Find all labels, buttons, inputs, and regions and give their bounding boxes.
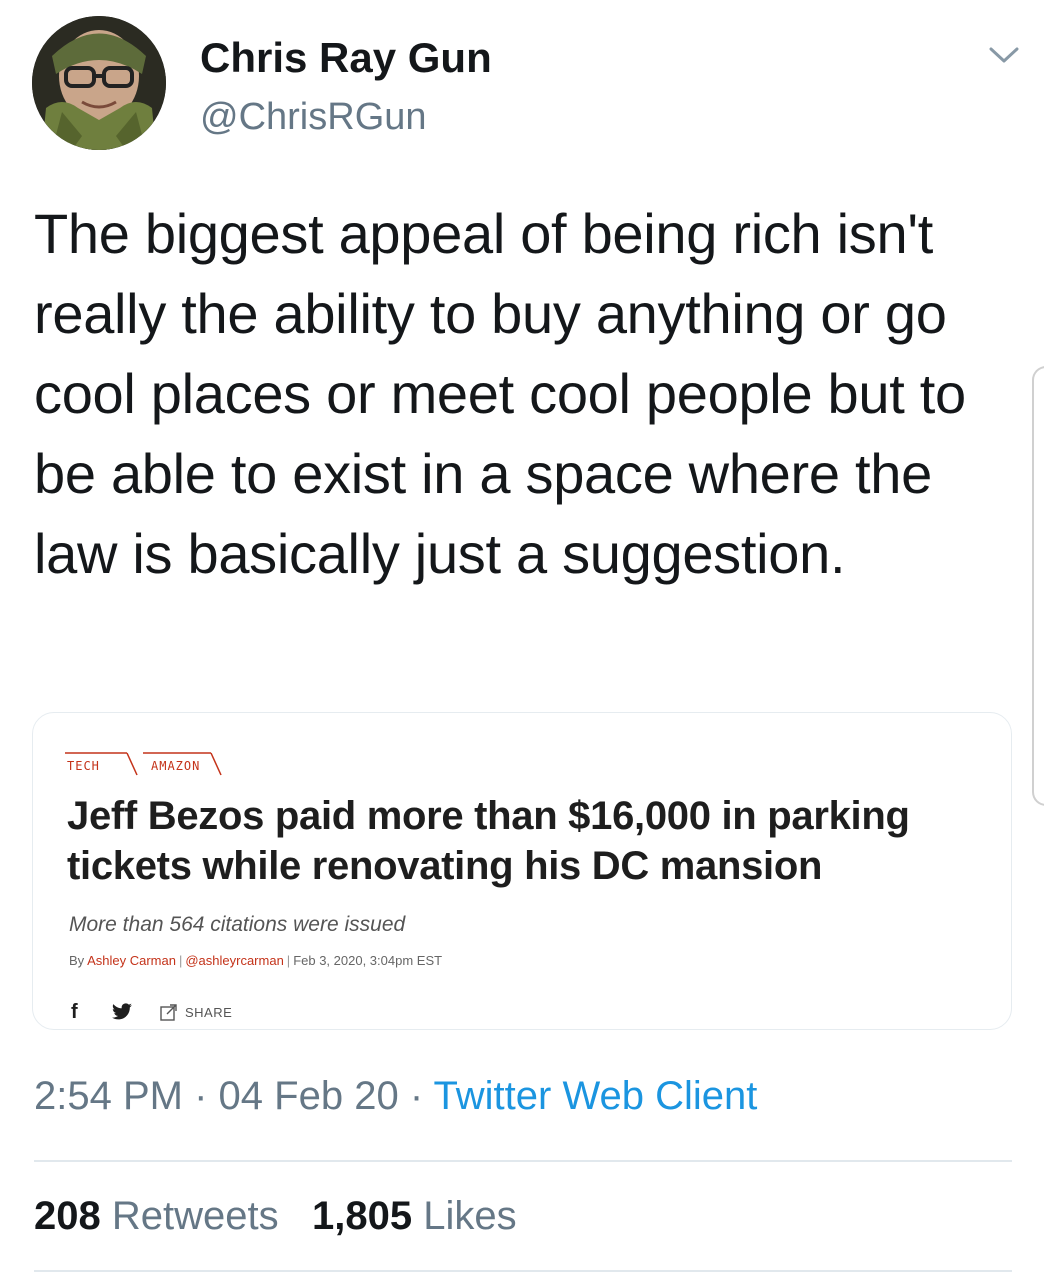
tweet-time[interactable]: 2:54 PM <box>34 1074 183 1118</box>
divider <box>34 1270 1012 1272</box>
tag-amazon[interactable]: AMAZON <box>151 759 200 773</box>
card-byline: By Ashley Carman | @ashleyrcarman | Feb 3, 2… <box>69 953 442 968</box>
twitter-bird-icon[interactable] <box>111 1003 133 1021</box>
tweet-date[interactable]: 04 Feb 20 <box>219 1074 399 1118</box>
card-share-row: f SHARE <box>71 999 232 1025</box>
facebook-icon[interactable]: f <box>71 1001 91 1024</box>
user-handle[interactable]: @ChrisRGun <box>200 96 427 139</box>
likes-count: 1,805 <box>311 1194 413 1238</box>
likes-stat[interactable]: 1,805 Likes <box>312 1194 517 1238</box>
scrollbar[interactable] <box>1032 366 1044 806</box>
likes-label: Likes <box>423 1194 517 1238</box>
share-button[interactable]: SHARE <box>185 1005 232 1020</box>
byline-author[interactable]: Ashley Carman <box>87 953 176 968</box>
link-preview-card[interactable]: TECH AMAZON Jeff Bezos paid more than $1… <box>32 712 1012 1030</box>
tweet-text: The biggest appeal of being rich isn't r… <box>34 202 966 585</box>
tweet-detail: Chris Ray Gun @ChrisRGun The biggest app… <box>0 0 1044 1280</box>
retweets-stat[interactable]: 208 Retweets <box>34 1194 279 1238</box>
avatar-photo-icon <box>32 16 166 150</box>
meta-separator: · <box>194 1074 208 1118</box>
tweet-stats: 208 Retweets 1,805 Likes <box>34 1194 517 1239</box>
byline-separator: | <box>286 953 291 968</box>
byline-prefix: By <box>69 953 85 968</box>
byline-separator: | <box>178 953 183 968</box>
tweet-meta: 2:54 PM · 04 Feb 20 · Twitter Web Client <box>34 1074 757 1119</box>
share-icon[interactable] <box>159 1002 179 1022</box>
display-name[interactable]: Chris Ray Gun <box>200 34 492 82</box>
retweets-label: Retweets <box>111 1194 279 1238</box>
tag-tech[interactable]: TECH <box>67 759 100 773</box>
avatar[interactable] <box>32 16 166 150</box>
chevron-down-icon[interactable] <box>986 40 1022 70</box>
byline-date: Feb 3, 2020, 3:04pm EST <box>293 953 443 968</box>
card-subtitle: More than 564 citations were issued <box>69 913 406 936</box>
byline-author-handle[interactable]: @ashleyrcarman <box>185 953 283 968</box>
card-title[interactable]: Jeff Bezos paid more than $16,000 in par… <box>67 791 997 891</box>
retweets-count: 208 <box>34 1194 101 1238</box>
tweet-source-link[interactable]: Twitter Web Client <box>434 1074 758 1118</box>
divider <box>34 1160 1012 1162</box>
meta-separator: · <box>409 1074 424 1118</box>
